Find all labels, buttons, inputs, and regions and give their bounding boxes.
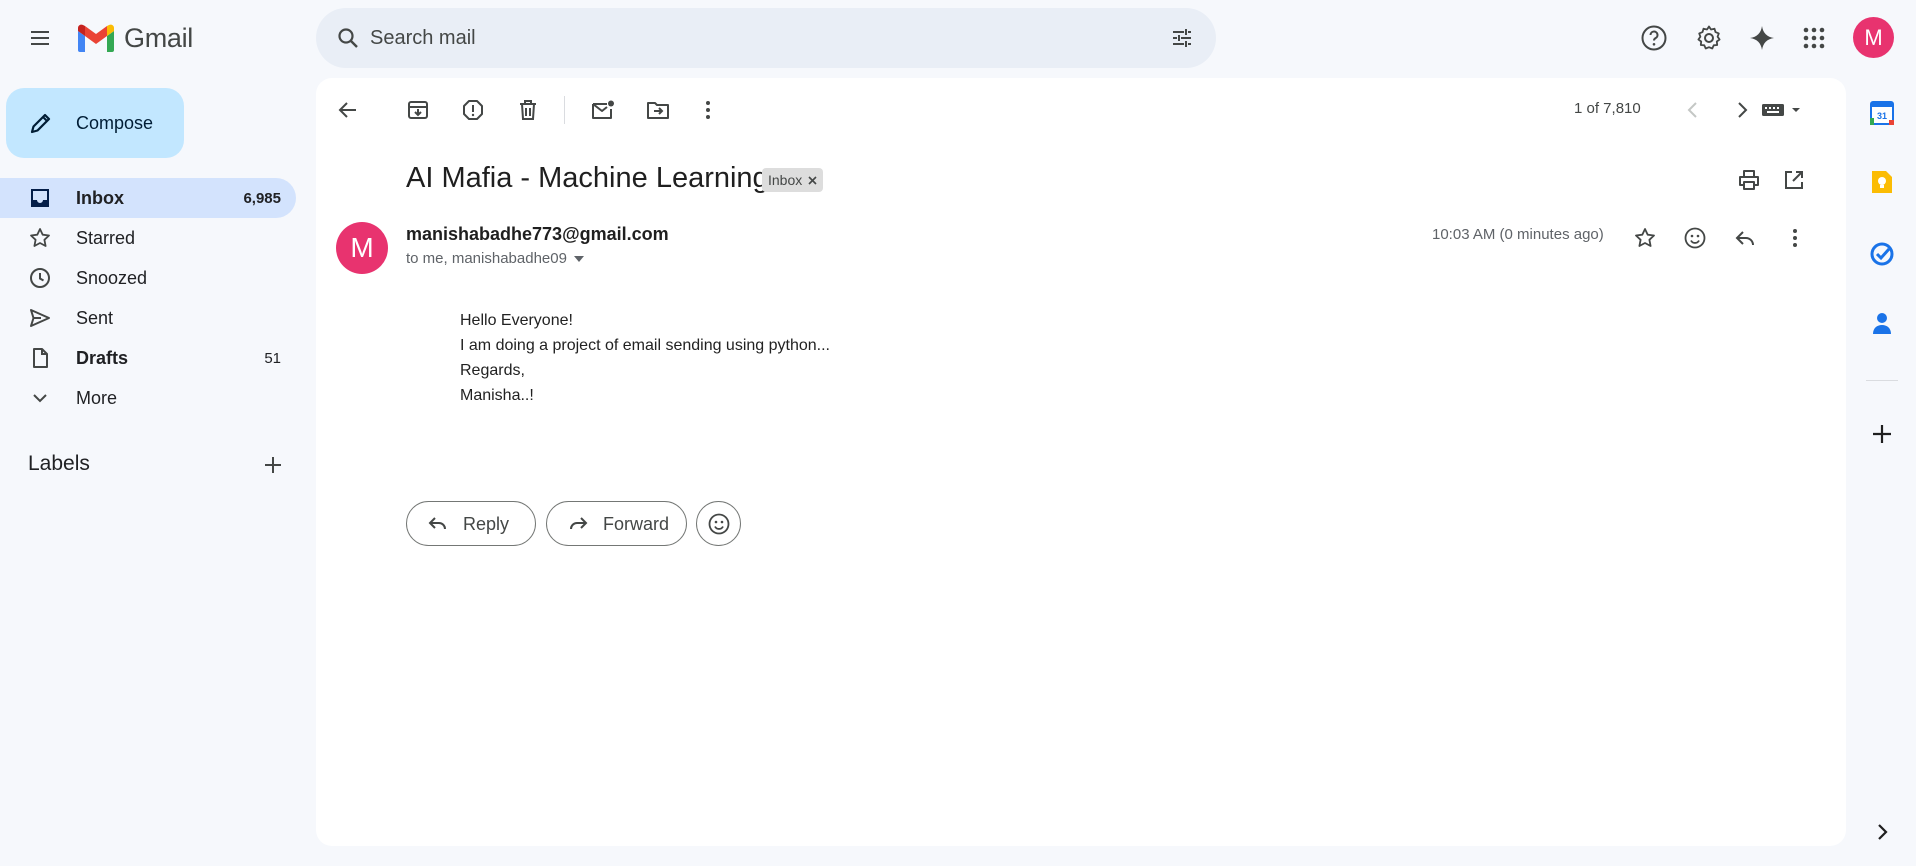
gmail-m-icon <box>78 24 114 52</box>
top-bar: Gmail M <box>0 0 1916 76</box>
back-arrow-icon[interactable] <box>328 90 368 130</box>
search-icon[interactable] <box>332 22 364 54</box>
sidebar-item-label: Sent <box>76 308 114 328</box>
remove-label-close-icon[interactable] <box>808 175 817 185</box>
sidebar-item-more[interactable]: More <box>0 378 296 418</box>
forward-button[interactable]: Forward <box>546 501 687 546</box>
body-line: Regards, <box>460 362 525 379</box>
calendar-app-icon[interactable]: 31 <box>1864 95 1900 131</box>
smiley-icon <box>708 513 729 534</box>
tasks-app-icon[interactable] <box>1864 236 1900 272</box>
reply-label: Reply <box>463 514 510 534</box>
forward-icon <box>570 517 588 530</box>
body-line: I am doing a project of email sending us… <box>460 337 830 354</box>
add-label-icon[interactable] <box>260 452 286 478</box>
toolbar-divider <box>564 96 565 124</box>
reply-button[interactable]: Reply <box>406 501 536 546</box>
emoji-reaction-button[interactable] <box>696 501 741 546</box>
sidebar-item-label: Snoozed <box>76 268 148 288</box>
search-input[interactable] <box>370 18 1130 58</box>
main-menu-icon[interactable] <box>16 14 64 62</box>
open-in-new-window-icon[interactable] <box>1774 160 1814 200</box>
message-timestamp: 10:03 AM (0 minutes ago) <box>1432 226 1604 243</box>
body-line: Manisha..! <box>460 387 534 404</box>
show-side-panel-chevron-icon[interactable] <box>1864 814 1900 850</box>
google-apps-icon[interactable] <box>1790 14 1838 62</box>
body-line: Hello Everyone! <box>460 312 573 329</box>
side-panel-divider <box>1866 380 1898 381</box>
show-details-caret-icon[interactable] <box>573 255 585 263</box>
delete-trash-icon[interactable] <box>508 90 548 130</box>
inbox-label-chip[interactable]: Inbox <box>762 168 824 192</box>
sidebar-item-sent[interactable]: Sent <box>0 298 296 338</box>
draft-icon <box>33 348 48 368</box>
gemini-sparkle-icon[interactable] <box>1738 14 1786 62</box>
app-name: Gmail <box>124 22 194 53</box>
sidebar-item-label: Inbox <box>76 188 124 208</box>
get-addons-plus-icon[interactable] <box>1864 416 1900 452</box>
help-icon[interactable] <box>1630 14 1678 62</box>
sidebar-nav: Inbox 6,985 Starred Snoozed Sent Drafts … <box>0 178 296 418</box>
sidebar-item-inbox[interactable]: Inbox 6,985 <box>0 178 296 218</box>
mark-unread-icon[interactable] <box>583 90 623 130</box>
svg-text:31: 31 <box>1877 111 1887 121</box>
forward-label: Forward <box>603 514 670 534</box>
contacts-app-icon[interactable] <box>1864 305 1900 341</box>
sender-avatar[interactable]: M <box>336 222 388 274</box>
pencil-icon <box>30 113 51 134</box>
sidebar-item-drafts[interactable]: Drafts 51 <box>0 338 296 378</box>
sidebar-item-label: Starred <box>76 228 136 248</box>
chevron-down-icon <box>33 394 47 403</box>
compose-label: Compose <box>76 113 154 133</box>
labels-heading: Labels <box>28 452 90 475</box>
send-icon <box>30 309 50 327</box>
recipients-line[interactable]: to me, manishabadhe09 <box>406 250 585 267</box>
sidebar-item-label: Drafts <box>76 348 129 368</box>
star-message-icon[interactable] <box>1625 218 1665 258</box>
reply-arrow-icon[interactable] <box>1725 218 1765 258</box>
message-more-options-icon[interactable] <box>1775 218 1815 258</box>
account-avatar[interactable]: M <box>1853 17 1894 58</box>
move-to-icon[interactable] <box>638 90 678 130</box>
email-view-panel: 1 of 7,810 AI Mafia - Machine Learning I… <box>316 78 1846 846</box>
email-subject: AI Mafia - Machine Learning <box>406 162 769 194</box>
label-chip-text: Inbox <box>768 172 803 188</box>
clock-icon <box>30 268 50 288</box>
inbox-icon <box>31 189 49 207</box>
sidebar-item-starred[interactable]: Starred <box>0 218 296 258</box>
more-options-icon[interactable] <box>688 90 728 130</box>
star-icon <box>30 228 50 247</box>
input-tools-keyboard-icon[interactable] <box>1752 90 1812 130</box>
recipients-text: to me, manishabadhe09 <box>406 250 567 267</box>
archive-icon[interactable] <box>398 90 438 130</box>
drafts-count: 51 <box>264 350 281 367</box>
newer-chevron-left-icon[interactable] <box>1673 90 1713 130</box>
keep-app-icon[interactable] <box>1864 164 1900 200</box>
gmail-logo[interactable]: Gmail <box>76 20 193 56</box>
compose-button[interactable]: Compose <box>6 88 184 158</box>
search-options-icon[interactable] <box>1166 22 1198 54</box>
reply-icon <box>428 517 446 530</box>
pagination-count: 1 of 7,810 <box>1574 100 1641 117</box>
sidebar-item-snoozed[interactable]: Snoozed <box>0 258 296 298</box>
print-icon[interactable] <box>1729 160 1769 200</box>
sidebar-item-label: More <box>76 388 118 408</box>
add-reaction-emoji-icon[interactable] <box>1675 218 1715 258</box>
unread-count: 6,985 <box>243 190 281 207</box>
search-bar[interactable] <box>316 8 1216 68</box>
settings-gear-icon[interactable] <box>1685 14 1733 62</box>
sender-email[interactable]: manishabadhe773@gmail.com <box>406 224 669 245</box>
email-body: Hello Everyone! I am doing a project of … <box>460 308 830 408</box>
report-spam-icon[interactable] <box>453 90 493 130</box>
